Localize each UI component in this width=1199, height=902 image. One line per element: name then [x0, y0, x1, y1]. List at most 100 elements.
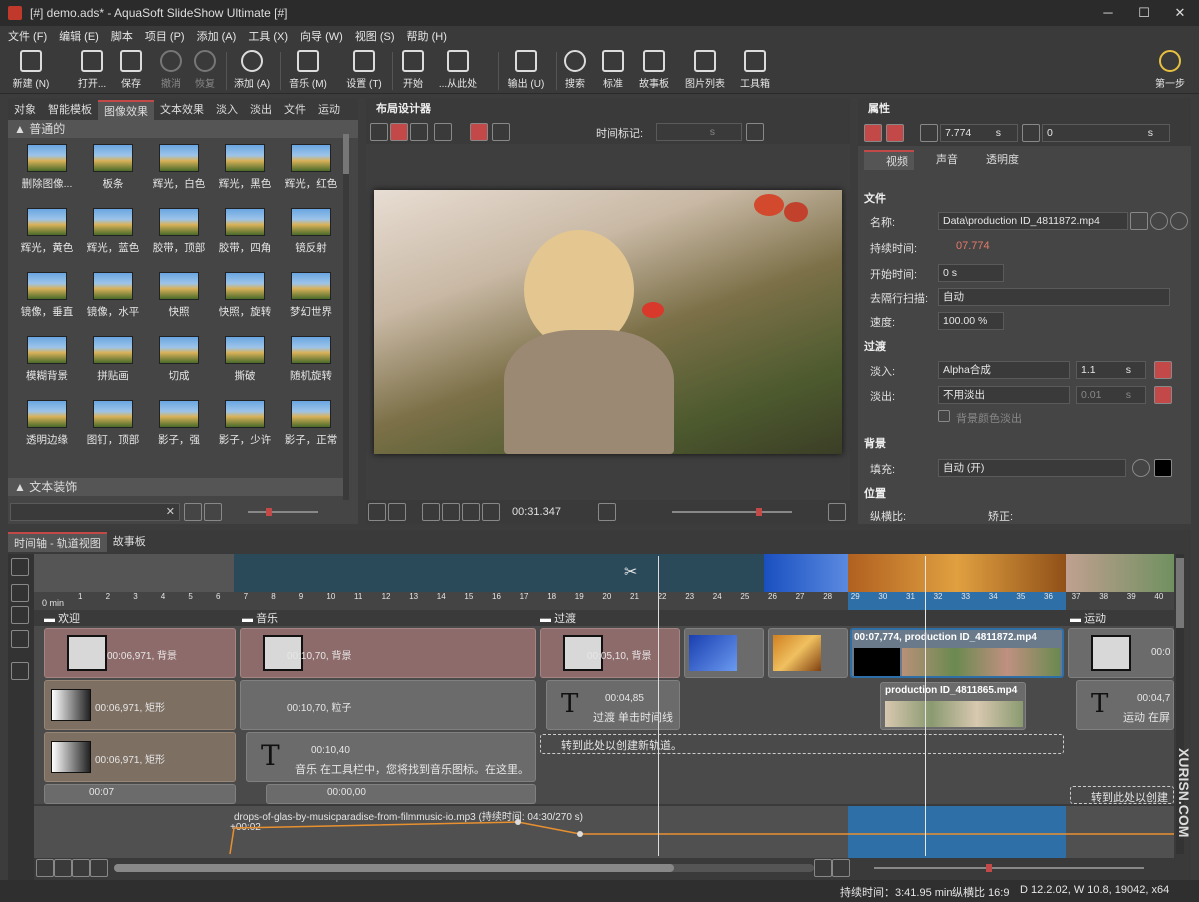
chapter-music[interactable]: ▬ 音乐	[242, 610, 532, 625]
effect-item[interactable]: 切成	[148, 330, 210, 392]
zoom-slider[interactable]	[248, 508, 318, 516]
tab-text-effects[interactable]: 文本效果	[154, 100, 210, 120]
menu-wizard[interactable]: 向导 (W)	[300, 28, 343, 44]
deinterlace-select[interactable]: 自动	[938, 288, 1170, 306]
clip-video-4811865[interactable]: production ID_4811865.mp4	[880, 682, 1026, 730]
menu-add[interactable]: 添加 (A)	[197, 28, 237, 44]
go-start-icon[interactable]	[36, 859, 54, 877]
preview-zoom-slider[interactable]	[672, 508, 792, 516]
camera-tool-icon[interactable]	[492, 123, 510, 141]
stop-icon[interactable]	[388, 503, 406, 521]
chapter-transition[interactable]: ▬ 过渡	[540, 610, 1060, 625]
open-button[interactable]: 打开...	[72, 50, 112, 92]
effect-item[interactable]: 撕破	[214, 330, 276, 392]
effect-item[interactable]: 辉光，黄色	[16, 202, 78, 264]
star-icon[interactable]	[204, 503, 222, 521]
audio-track[interactable]: drops-of-glas-by-musicparadise-from-film…	[34, 806, 1174, 858]
effects-search-input[interactable]: ✕	[10, 503, 180, 521]
effect-item[interactable]: 梦幻世界	[280, 266, 342, 328]
replace-file-icon[interactable]	[1130, 212, 1148, 230]
tab-fade-in[interactable]: 淡入	[210, 100, 244, 120]
fast-forward-icon[interactable]	[482, 503, 500, 521]
effect-item[interactable]: 镜像，水平	[82, 266, 144, 328]
clip-motion-text[interactable]: T 00:04,7 运动 在屏	[1076, 680, 1174, 730]
offset-input[interactable]: 0s	[1042, 124, 1170, 142]
zoom-fit-icon[interactable]	[828, 503, 846, 521]
fill-select[interactable]: 自动 (开)	[938, 459, 1126, 477]
auto-arrange-icon[interactable]	[11, 558, 29, 576]
menu-view[interactable]: 视图 (S)	[355, 28, 395, 44]
expand-icon[interactable]	[11, 662, 29, 680]
undo-button[interactable]: 撤消	[154, 50, 188, 92]
image-list-button[interactable]: 图片列表	[682, 50, 728, 92]
add-button[interactable]: 添加 (A)	[230, 50, 274, 92]
offset-icon[interactable]	[1022, 124, 1040, 142]
effect-item[interactable]: 影子，正常	[280, 394, 342, 456]
clip-transition-text[interactable]: T 00:04,85 过渡 单击时间线	[546, 680, 680, 730]
info-icon[interactable]	[1132, 459, 1150, 477]
effect-item[interactable]: 快照，旋转	[214, 266, 276, 328]
save-button[interactable]: 保存	[114, 50, 148, 92]
effects-scrollbar[interactable]	[343, 134, 349, 500]
fade-in-curve-icon[interactable]	[1154, 361, 1172, 379]
visibility-icon[interactable]	[864, 124, 882, 142]
clip-music-background[interactable]: 00:10,70, 背景	[240, 628, 536, 678]
first-step-button[interactable]: 第一步	[1150, 50, 1190, 92]
rotate-left-icon[interactable]	[1150, 212, 1168, 230]
time-marker-input[interactable]: s	[656, 123, 742, 141]
duration-input[interactable]: 7.774 s	[940, 124, 1018, 142]
duration-icon[interactable]	[920, 124, 938, 142]
effect-item[interactable]: 辉光，红色	[280, 138, 342, 200]
tab-fade-out[interactable]: 淡出	[244, 100, 278, 120]
effect-item[interactable]: 板条	[82, 138, 144, 200]
save-marker-icon[interactable]	[746, 123, 764, 141]
zoom-fit-icon[interactable]	[72, 859, 90, 877]
effect-item[interactable]: 镜反射	[280, 202, 342, 264]
storyboard-layout-button[interactable]: 故事板	[636, 50, 672, 92]
horizontal-scrollbar-thumb[interactable]	[114, 864, 674, 872]
go-previous-icon[interactable]	[54, 859, 72, 877]
select-tool-icon[interactable]	[370, 123, 388, 141]
clip-welcome-background[interactable]: 00:06,971, 背景	[44, 628, 236, 678]
tab-transparency[interactable]: 透明度	[964, 150, 1025, 170]
horizontal-scrollbar[interactable]	[114, 864, 814, 872]
group-header-common[interactable]: ▲ 普通的	[8, 120, 358, 138]
new-track-dropzone-motion[interactable]: 转到此处以创建	[1070, 786, 1174, 804]
new-track-dropzone[interactable]: 转到此处以创建新轨道。	[540, 734, 1064, 754]
clip-welcome-rectangle-1[interactable]: 00:06,971, 矩形	[44, 680, 236, 730]
chapter-welcome[interactable]: ▬ 欢迎	[44, 610, 234, 625]
speed-input[interactable]: 100.00 %	[938, 312, 1004, 330]
fade-in-select[interactable]: Alpha合成	[938, 361, 1070, 379]
previous-icon[interactable]	[442, 503, 460, 521]
preview-image[interactable]	[374, 190, 842, 454]
effect-item[interactable]: 胶带，四角	[214, 202, 276, 264]
menu-help[interactable]: 帮助 (H)	[407, 28, 447, 44]
clip-blue-image[interactable]	[684, 628, 764, 678]
tab-objects[interactable]: 对象	[8, 100, 42, 120]
pause-icon[interactable]	[368, 503, 386, 521]
effect-item[interactable]: 拼贴画	[82, 330, 144, 392]
path-tool-icon[interactable]	[470, 123, 488, 141]
effect-item[interactable]: 胶带，顶部	[148, 202, 210, 264]
snap-tool-icon[interactable]	[390, 123, 408, 141]
start-time-input[interactable]: 0 s	[938, 264, 1004, 282]
clip-motion-background[interactable]: 00:0	[1068, 628, 1174, 678]
preview-zoom-thumb[interactable]	[756, 508, 762, 516]
effect-item[interactable]: 透明边缘	[16, 394, 78, 456]
effect-item[interactable]: 辉光，蓝色	[82, 202, 144, 264]
scissors-icon[interactable]: ✂	[624, 562, 637, 582]
effect-item[interactable]: 删除图像...	[16, 138, 78, 200]
menu-project[interactable]: 项目 (P)	[145, 28, 185, 44]
menu-file[interactable]: 文件 (F)	[8, 28, 47, 44]
play-from-here-button[interactable]: ...从此处	[434, 50, 482, 92]
zoom-selection-icon[interactable]	[90, 859, 108, 877]
redo-button[interactable]: 恢复	[188, 50, 222, 92]
clip-autumn-image[interactable]	[768, 628, 848, 678]
fade-in-time-input[interactable]: 1.1 s	[1076, 361, 1146, 379]
tab-image-effects[interactable]: 图像效果	[98, 100, 154, 120]
fade-out-curve-icon[interactable]	[1154, 386, 1172, 404]
settings-button[interactable]: 设置 (T)	[342, 50, 386, 92]
search-button[interactable]: 搜索	[560, 50, 590, 92]
grid-toggle-icon[interactable]	[434, 123, 452, 141]
play-from-icon[interactable]	[598, 503, 616, 521]
